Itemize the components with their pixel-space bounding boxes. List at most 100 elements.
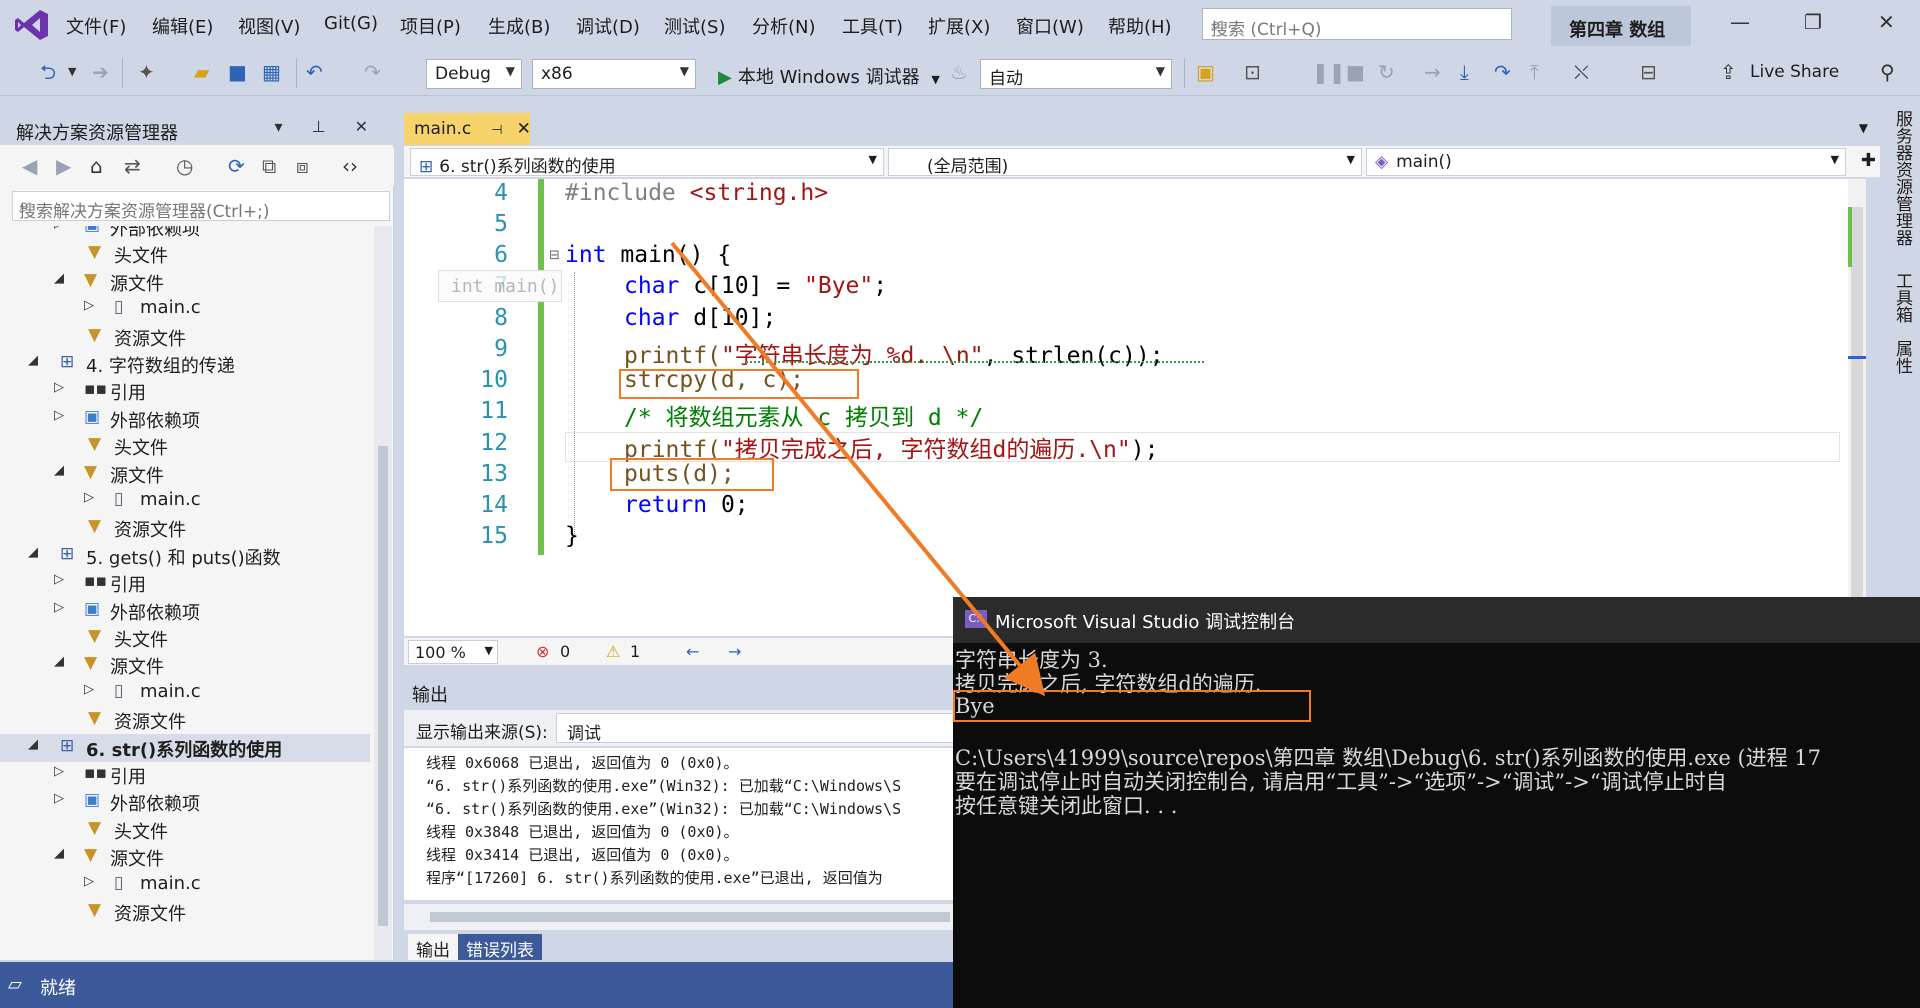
tree-project[interactable]: ◢ ⊞ 4. 字符数组的传递 (0, 350, 370, 378)
menu-build[interactable]: 生成(B) (488, 13, 550, 39)
split-icon[interactable]: ✚ (1861, 150, 1876, 171)
server-explorer-tab[interactable]: 服务器资源管理器 (1890, 110, 1915, 246)
collapsed-icon[interactable]: ▷ (54, 764, 64, 779)
collapsed-icon[interactable]: ▷ (84, 874, 94, 889)
global-scope-select[interactable]: (全局范围) ▼ (888, 148, 1362, 176)
toolbox-tab[interactable]: 工具箱 (1890, 272, 1915, 323)
tree-item[interactable]: ◢ ▼ 源文件 (0, 651, 370, 679)
collapsed-icon[interactable]: ▷ (84, 682, 94, 697)
pin-icon[interactable]: ⊣ (491, 123, 502, 138)
function-select[interactable]: ◈ main() ▼ (1366, 148, 1846, 176)
debug-console-titlebar[interactable]: C:\ Microsoft Visual Studio 调试控制台 (953, 597, 1920, 643)
editor-scrollbar[interactable] (1848, 179, 1866, 636)
tree-item[interactable]: ▷ ▯ main.c (0, 295, 370, 323)
tab-error-list[interactable]: 错误列表 (458, 934, 542, 961)
switch-views-icon[interactable]: ⇄ (124, 154, 141, 178)
tree-project[interactable]: ◢ ⊞ 5. gets() 和 puts()函数 (0, 542, 370, 570)
pause-icon[interactable]: ❚❚ (1312, 60, 1346, 84)
breakpoints-icon[interactable]: ⛌ (1574, 60, 1589, 84)
tree-item[interactable]: ▼ 头文件 (0, 240, 370, 268)
tree-item[interactable]: ▷ ▪▪ 引用 (0, 569, 370, 597)
live-share-icon[interactable]: ⇪ (1720, 60, 1737, 84)
tree-item[interactable]: ▼ 资源文件 (0, 706, 370, 734)
tree-project[interactable]: ◢ ⊞ 6. str()系列函数的使用 (0, 733, 370, 762)
output-source-select[interactable]: 调试 (556, 713, 956, 744)
expanded-icon[interactable]: ◢ (28, 545, 38, 560)
close-icon[interactable]: ✕ (1878, 10, 1895, 34)
restart-icon[interactable]: ↻ (1378, 60, 1395, 84)
tree-item[interactable]: ▷ ▯ main.c (0, 871, 370, 899)
menu-git[interactable]: Git(G) (324, 13, 378, 34)
restore-icon[interactable]: ❐ (1804, 10, 1822, 34)
menu-extensions[interactable]: 扩展(X) (928, 13, 990, 39)
redo-icon[interactable]: ↷ (364, 60, 381, 84)
menu-project[interactable]: 项目(P) (400, 13, 461, 39)
step-out-icon[interactable]: ⤒ (1530, 60, 1539, 84)
tree-item[interactable]: ▼ 资源文件 (0, 514, 370, 542)
collapsed-icon[interactable]: ▷ (54, 408, 64, 423)
forward-icon[interactable]: ➔ (92, 60, 109, 84)
feedback-icon[interactable]: ⚲ (1880, 60, 1895, 84)
tree-item[interactable]: ▷ ▯ main.c (0, 679, 370, 707)
forward-icon[interactable]: ▶ (56, 154, 71, 178)
minimize-icon[interactable]: — (1730, 10, 1750, 34)
stop-icon[interactable]: ■ (1346, 60, 1365, 84)
menu-tools[interactable]: 工具(T) (842, 13, 903, 39)
expanded-icon[interactable]: ◢ (28, 353, 38, 368)
expanded-icon[interactable]: ◢ (54, 846, 64, 861)
tree-item[interactable]: ▼ 资源文件 (0, 323, 370, 351)
collapse-icon[interactable]: ⊟ (549, 248, 560, 263)
menu-help[interactable]: 帮助(H) (1108, 13, 1172, 39)
tree-item[interactable]: ▼ 头文件 (0, 624, 370, 652)
menu-window[interactable]: 窗口(W) (1016, 13, 1084, 39)
collapsed-icon[interactable]: ▷ (84, 490, 94, 505)
tree-item[interactable]: ◢ ▼ 源文件 (0, 460, 370, 488)
collapsed-icon[interactable]: ▷ (54, 572, 64, 587)
live-share-button[interactable]: Live Share (1750, 62, 1839, 82)
layout-icon[interactable]: ⊟ (1640, 60, 1657, 84)
tree-item[interactable]: ▷ ▪▪ 引用 (0, 761, 370, 789)
find-in-files-icon[interactable]: ▣ (1196, 60, 1215, 84)
collapsed-icon[interactable]: ▷ (84, 298, 94, 313)
menu-test[interactable]: 测试(S) (664, 13, 725, 39)
pending-changes-icon[interactable]: ◷ (176, 154, 193, 178)
tab-main-c[interactable]: main.c ⊣ ✕ (404, 113, 531, 145)
step-into-icon[interactable]: ⤓ (1460, 60, 1469, 84)
tree-item[interactable]: ▷ ▣ 外部依赖项 (0, 226, 370, 241)
home-icon[interactable]: ⌂ (90, 154, 103, 178)
expanded-icon[interactable]: ◢ (54, 271, 64, 286)
close-icon[interactable]: ✕ (517, 119, 531, 139)
collapse-all-icon[interactable]: ⧉ (262, 154, 276, 178)
project-scope-select[interactable]: ⊞ 6. str()系列函数的使用 ▼ (410, 148, 884, 176)
screenshot-icon[interactable]: ⊡ (1244, 60, 1261, 84)
save-all-icon[interactable]: ▦ (262, 60, 281, 84)
sync-icon[interactable]: ⟳ (228, 154, 245, 178)
step-over-icon[interactable]: ↷ (1494, 60, 1511, 84)
tree-item[interactable]: ▷ ▯ main.c (0, 487, 370, 515)
expanded-icon[interactable]: ◢ (54, 654, 64, 669)
back-icon[interactable]: ⮌ (40, 60, 56, 84)
menu-view[interactable]: 视图(V) (238, 13, 300, 39)
hot-reload-icon[interactable]: ♨ (950, 60, 968, 84)
menu-file[interactable]: 文件(F) (66, 13, 126, 39)
run-debugger-button[interactable]: ▶ 本地 Windows 调试器 ▼ (712, 59, 946, 89)
tree-item[interactable]: ◢ ▼ 源文件 (0, 268, 370, 296)
tree-item[interactable]: ▼ 头文件 (0, 432, 370, 460)
solution-scrollbar[interactable] (374, 226, 392, 960)
search-input[interactable]: 搜索 (Ctrl+Q) ⌕ (1202, 8, 1512, 40)
tab-output[interactable]: 输出 (408, 934, 458, 961)
back-icon[interactable]: ◀ (22, 154, 37, 178)
properties-tab[interactable]: 属性 (1890, 340, 1915, 374)
chevron-down-icon[interactable]: ▼ (1859, 121, 1868, 135)
previous-issue-icon[interactable]: ← (686, 642, 699, 661)
code-view-icon[interactable]: ‹› (342, 154, 358, 178)
show-all-files-icon[interactable]: ⧈ (296, 154, 309, 178)
warning-count[interactable]: 1 (630, 642, 640, 661)
tree-item[interactable]: ▷ ▣ 外部依赖项 (0, 788, 370, 816)
expanded-icon[interactable]: ◢ (28, 737, 38, 752)
tree-item[interactable]: ▷ ▣ 外部依赖项 (0, 405, 370, 433)
tree-item[interactable]: ▷ ▣ 外部依赖项 (0, 597, 370, 625)
tree-item[interactable]: ▼ 头文件 (0, 816, 370, 844)
collapsed-icon[interactable]: ▷ (54, 600, 64, 615)
expanded-icon[interactable]: ◢ (54, 463, 64, 478)
